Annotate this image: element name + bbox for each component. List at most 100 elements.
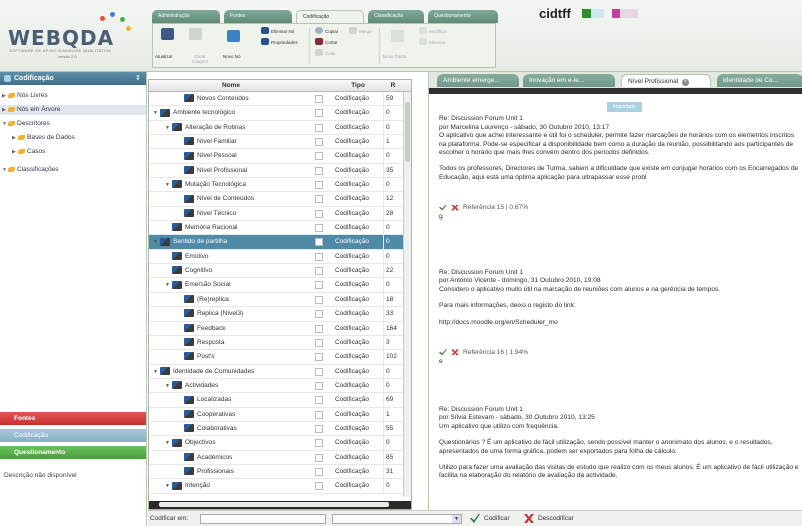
scroll-thumb[interactable] [405, 102, 410, 162]
tab-codificacao[interactable]: Codificação [296, 10, 364, 23]
table-row[interactable]: ▼ Alteração de Rotinas Codificação 0 [149, 120, 403, 136]
row-checkbox[interactable] [315, 209, 323, 218]
collapse-icon[interactable]: ⇕ [135, 74, 141, 82]
table-row[interactable]: Resposta Codificação 3 [149, 335, 403, 351]
viewer-tab-identidade[interactable]: Identidade de Co... [717, 74, 802, 87]
row-checkbox[interactable] [315, 195, 323, 204]
column-refs-header[interactable]: R [383, 80, 403, 92]
expand-toggle-icon[interactable]: ▼ [153, 365, 160, 379]
table-row[interactable]: ▼ Emersão Social Codificação 0 [149, 278, 403, 293]
post-link[interactable]: http://docs.moodle.org/en/Scheduler_mo [439, 319, 801, 327]
merge-button[interactable]: Merge [359, 29, 372, 34]
table-row[interactable]: Nível Pessoal Codificação 0 [149, 149, 403, 164]
sidebar-item-classificacoes[interactable]: ▼ Classificações [2, 165, 59, 175]
table-row[interactable]: (Re)replica Codificação 18 [149, 292, 403, 308]
table-row[interactable]: ▼ Mutação Tecnológica Codificação 0 [149, 178, 403, 193]
table-row[interactable]: ▼ Identidade de Comunidades Codificação 0 [149, 364, 403, 379]
novo-no-button[interactable]: Novo Nó [223, 54, 241, 59]
column-type-header[interactable]: Tipo [335, 80, 381, 92]
table-row[interactable]: ▼ Actividades Codificação 0 [149, 378, 403, 394]
expand-toggle-icon[interactable]: ▼ [165, 379, 172, 393]
table-horizontal-scrollbar[interactable] [149, 501, 411, 509]
row-checkbox[interactable] [315, 152, 323, 161]
row-checkbox[interactable] [315, 381, 323, 390]
row-checkbox[interactable] [315, 410, 323, 419]
colar-button[interactable]: Colar [325, 51, 336, 56]
codificacao-panel-button[interactable]: Codificação [0, 429, 146, 442]
row-checkbox[interactable] [315, 138, 323, 147]
nova-pasta-button[interactable]: Nova Pasta [383, 54, 406, 59]
row-checkbox[interactable] [315, 166, 323, 175]
table-vertical-scrollbar[interactable] [403, 92, 411, 497]
table-row[interactable]: Nível Profissional Codificação 35 [149, 163, 403, 179]
table-row[interactable]: Cognitivo Codificação 22 [149, 264, 403, 279]
viewer-horizontal-scrollbar[interactable] [429, 88, 802, 94]
row-checkbox[interactable] [315, 467, 323, 476]
row-checkbox[interactable] [315, 123, 323, 132]
expand-toggle-icon[interactable]: ▼ [165, 479, 172, 493]
user-profile-icon[interactable] [612, 9, 638, 18]
row-checkbox[interactable] [315, 252, 323, 261]
row-checkbox[interactable] [315, 338, 323, 347]
tab-questionamento[interactable]: Questionamento [428, 10, 498, 23]
descodificar-button[interactable]: Descodificar [538, 515, 574, 522]
row-checkbox[interactable] [315, 281, 323, 290]
table-row[interactable]: ▼ Sentido de partilha Codificação 0 [149, 235, 403, 250]
expand-toggle-icon[interactable]: ▼ [153, 235, 160, 249]
tab-administracao[interactable]: Administração [152, 10, 220, 23]
table-row[interactable]: ▼ Ambiente tecnológico Codificação 0 [149, 106, 403, 121]
table-row[interactable]: Cooperativas Codificação 1 [149, 407, 403, 422]
chevron-down-icon[interactable]: ▼ [452, 515, 461, 523]
gerar-imagem-button[interactable]: Gerar Imagem [189, 54, 211, 64]
row-checkbox[interactable] [315, 424, 323, 433]
row-checkbox[interactable] [315, 453, 323, 462]
row-checkbox[interactable] [315, 224, 323, 233]
eliminar-button[interactable]: Eliminar [429, 40, 445, 45]
uncodify-icon[interactable] [451, 349, 459, 356]
codificar-button[interactable]: Codificar [484, 515, 510, 522]
fontes-panel-button[interactable]: Fontes [0, 412, 146, 425]
table-row[interactable]: Nível Familiar Codificação 1 [149, 135, 403, 150]
table-row[interactable]: Nível de Conteúdos Codificação 12 [149, 192, 403, 207]
row-checkbox[interactable] [315, 324, 323, 333]
codify-icon[interactable] [439, 204, 447, 211]
table-row[interactable]: Académicos Codificação 85 [149, 450, 403, 465]
viewer-tab-nivel-profissional[interactable]: Nível Profissional × [621, 74, 711, 87]
row-checkbox[interactable] [315, 310, 323, 319]
uncodify-icon[interactable] [451, 204, 459, 211]
table-row[interactable]: Profissionais Codificação 31 [149, 464, 403, 480]
column-name-header[interactable]: Nome [149, 80, 313, 92]
row-checkbox[interactable] [315, 109, 323, 118]
questionamento-panel-button[interactable]: Questionamento [0, 446, 146, 459]
new-node-icon[interactable] [227, 30, 240, 42]
sidebar-item-casos[interactable]: ▶ Casos [12, 147, 45, 157]
eliminar-no-button[interactable]: Eliminar Nó [271, 29, 294, 34]
properties-icon[interactable] [261, 38, 269, 45]
table-row[interactable]: Memória Racional Codificação 0 [149, 221, 403, 236]
table-row[interactable]: Localizadas Codificação 69 [149, 393, 403, 408]
row-checkbox[interactable] [315, 181, 323, 190]
uncodify-icon[interactable] [524, 514, 534, 523]
viewer-tab-inovacao[interactable]: Inovação em e-le... [523, 74, 615, 87]
viewer-tab-ambiente[interactable]: Ambiente emerge... [437, 74, 519, 87]
sidebar-item-nos-livres[interactable]: ▶ Nós Livres [2, 91, 48, 101]
codify-icon[interactable] [439, 349, 447, 356]
language-flag-icon[interactable] [582, 9, 604, 18]
tab-fontes[interactable]: Fontes [224, 10, 292, 23]
refresh-icon[interactable] [161, 28, 174, 40]
row-checkbox[interactable] [315, 238, 323, 247]
table-row[interactable]: Emotivo Codificação 0 [149, 249, 403, 265]
sidebar-item-descritores[interactable]: ▼ Descritores [2, 119, 50, 129]
propriedades-button[interactable]: Propriedades [271, 40, 298, 45]
copiar-button[interactable]: Copiar [325, 29, 338, 34]
table-row[interactable]: Post's Codificação 102 [149, 350, 403, 365]
sidebar-item-nos-em-arvore[interactable]: ▶ Nós em Árvore [0, 105, 146, 115]
table-row[interactable]: ▼ Objectivos Codificação 0 [149, 436, 403, 451]
table-row[interactable]: Feedback Codificação 164 [149, 321, 403, 336]
scroll-thumb[interactable] [159, 502, 389, 507]
tab-classificacao[interactable]: Classificação [368, 10, 424, 23]
table-row[interactable]: Colaborativas Codificação 55 [149, 421, 403, 437]
delete-node-icon[interactable] [261, 27, 269, 34]
copy-icon[interactable] [315, 27, 323, 34]
expand-toggle-icon[interactable]: ▼ [165, 178, 172, 192]
